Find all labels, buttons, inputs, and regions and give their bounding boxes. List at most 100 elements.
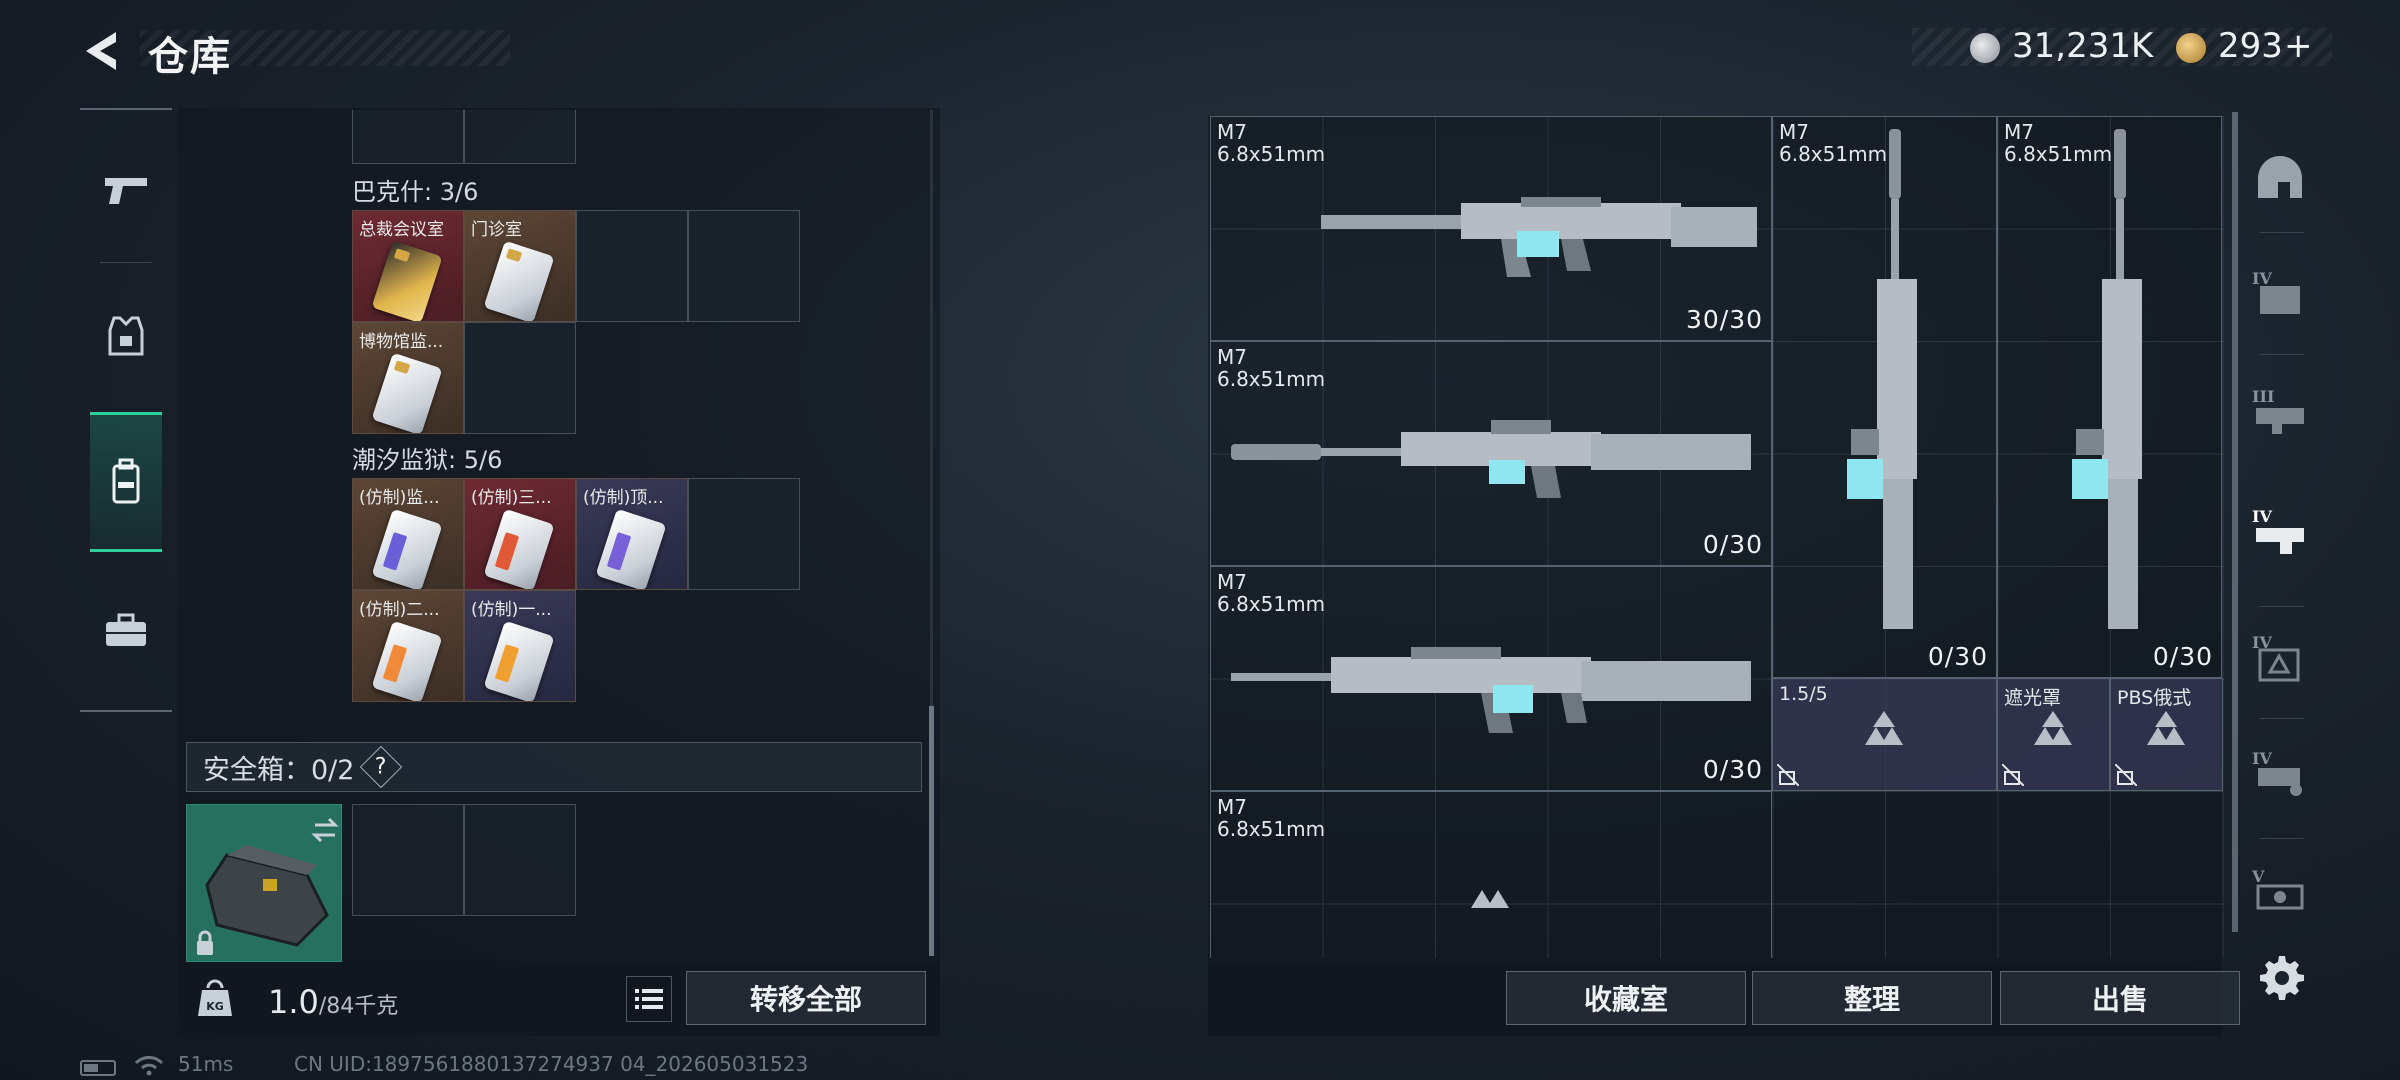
tier-triangle-icon bbox=[2155, 711, 2177, 727]
attachment-item[interactable]: 1.5/5 bbox=[1772, 678, 1997, 791]
weapon-item[interactable]: M7 6.8x51mm 0/30 bbox=[1772, 116, 1997, 678]
tier-triangle-icon bbox=[1873, 711, 1895, 727]
filter-tab[interactable]: IV bbox=[2248, 254, 2312, 334]
filter-tab[interactable]: V bbox=[2248, 852, 2312, 932]
grid-cell[interactable] bbox=[352, 110, 464, 164]
grid-cell[interactable] bbox=[688, 210, 800, 322]
rifle-vertical-icon bbox=[1847, 129, 1917, 629]
unlocked-icon bbox=[2115, 764, 2137, 786]
attachment-item[interactable]: PBS俄式 bbox=[2110, 678, 2223, 791]
unlocked-icon bbox=[2002, 764, 2024, 786]
storage-grid: M7 6.8x51mm 30/30 M7 6.8x51mm 0/30 M7 6.8x5… bbox=[1210, 116, 2224, 958]
weapon-item[interactable]: M7 6.8x51mm 0/30 bbox=[1997, 116, 2222, 678]
ammo-count: 0/30 bbox=[1702, 530, 1763, 559]
filter-tab[interactable]: IV bbox=[2248, 618, 2312, 698]
ping-readout: 51ms bbox=[178, 1052, 234, 1076]
weapon-item[interactable]: M7 6.8x51mm 0/30 bbox=[1210, 566, 1772, 791]
vest-icon bbox=[108, 316, 144, 356]
stock-tier-icon: IV bbox=[2252, 269, 2300, 314]
grid-cell[interactable] bbox=[464, 110, 576, 164]
keycard-icon bbox=[595, 508, 667, 589]
section-label-bakshi: 巴克什: 3/6 bbox=[352, 178, 479, 206]
key-label: (仿制)三... bbox=[471, 488, 552, 508]
rifle-icon bbox=[1231, 420, 1751, 498]
help-icon[interactable]: ? bbox=[360, 745, 403, 789]
settings-button[interactable] bbox=[2258, 954, 2306, 1002]
back-button[interactable] bbox=[78, 28, 124, 74]
weapon-label: M7 6.8x51mm bbox=[1217, 570, 1326, 616]
key-card[interactable]: 门诊室 bbox=[464, 210, 576, 322]
pistol-icon bbox=[105, 178, 147, 204]
safebox-header: 安全箱：0/2 ? bbox=[186, 742, 922, 792]
section-label-tide-prison: 潮汐监狱: 5/6 bbox=[352, 446, 503, 474]
scope-tier-icon: V bbox=[2252, 867, 2304, 910]
key-card[interactable]: (仿制)顶... bbox=[576, 478, 688, 590]
filter-helmet-tab[interactable] bbox=[2248, 138, 2312, 218]
attachment-label: 1.5/5 bbox=[1779, 683, 1828, 705]
grid-cell[interactable] bbox=[688, 478, 800, 590]
backpack-scrollbar-thumb[interactable] bbox=[929, 706, 934, 956]
key-card[interactable]: (仿制)二... bbox=[352, 590, 464, 702]
tier-triangle-icon bbox=[1881, 727, 1903, 745]
list-view-button[interactable] bbox=[626, 976, 672, 1022]
attachment-item[interactable]: 遮光罩 bbox=[1997, 678, 2110, 791]
armor-plate-tier-icon: IV bbox=[2252, 633, 2300, 682]
briefcase-icon bbox=[106, 613, 146, 646]
key-label: 门诊室 bbox=[471, 220, 522, 240]
key-card[interactable]: (仿制)一... bbox=[464, 590, 576, 702]
sell-button[interactable]: 出售 bbox=[2000, 971, 2240, 1025]
weapon-item[interactable]: M7 6.8x51mm bbox=[1210, 791, 1772, 958]
storage-scrollbar[interactable] bbox=[2232, 112, 2238, 932]
weapon-item[interactable]: M7 6.8x51mm 30/30 bbox=[1210, 116, 1772, 341]
safebox-slot[interactable] bbox=[464, 804, 576, 916]
key-card[interactable]: (仿制)监... bbox=[352, 478, 464, 590]
nav-toolbox-tab[interactable] bbox=[90, 570, 162, 690]
swap-icon bbox=[311, 817, 339, 843]
tier-triangle-icon bbox=[1487, 890, 1509, 908]
keycard-icon bbox=[483, 508, 555, 589]
safebox-case-icon bbox=[197, 817, 339, 955]
helmet-icon bbox=[2258, 156, 2302, 198]
unlocked-icon bbox=[1777, 764, 1799, 786]
filter-divider bbox=[2260, 838, 2304, 839]
filter-divider bbox=[2260, 718, 2304, 719]
weight-readout: 1.0/84千克 bbox=[268, 983, 398, 1021]
grip-tier-icon: IV bbox=[2252, 749, 2302, 796]
filter-tab[interactable]: III bbox=[2248, 372, 2312, 452]
safebox-label: 安全箱：0/2 bbox=[203, 754, 355, 786]
filter-tab[interactable]: IV bbox=[2248, 734, 2312, 814]
transfer-all-button[interactable]: 转移全部 bbox=[686, 971, 926, 1025]
weapon-item[interactable]: M7 6.8x51mm 0/30 bbox=[1210, 341, 1772, 566]
grid-cell[interactable] bbox=[576, 210, 688, 322]
add-currency-button[interactable]: + bbox=[2284, 26, 2313, 66]
nav-armor-tab[interactable] bbox=[90, 276, 162, 396]
svg-text:V: V bbox=[2252, 867, 2265, 886]
silver-coin-icon bbox=[1970, 33, 2000, 63]
key-card[interactable]: (仿制)三... bbox=[464, 478, 576, 590]
key-label: (仿制)二... bbox=[359, 600, 440, 620]
key-card[interactable]: 博物馆监... bbox=[352, 322, 464, 434]
gold-currency-value: 293 bbox=[2218, 26, 2283, 66]
attachment-label: PBS俄式 bbox=[2117, 687, 2192, 709]
rifle-icon bbox=[1231, 647, 1751, 733]
filter-tab-active[interactable]: IV bbox=[2248, 492, 2312, 572]
svg-text:KG: KG bbox=[206, 1000, 224, 1013]
keycard-icon bbox=[371, 508, 443, 589]
lock-icon bbox=[197, 930, 213, 955]
svg-text:IV: IV bbox=[2252, 749, 2272, 768]
filter-divider bbox=[2260, 232, 2304, 233]
grid-cell[interactable] bbox=[464, 322, 576, 434]
sort-button[interactable]: 整理 bbox=[1752, 971, 1992, 1025]
weapon-label: M7 6.8x51mm bbox=[1217, 345, 1326, 391]
nav-weapon-tab[interactable] bbox=[90, 130, 162, 250]
key-card[interactable]: 总裁会议室 bbox=[352, 210, 464, 322]
weapon-label: M7 6.8x51mm bbox=[1217, 795, 1326, 841]
key-label: 总裁会议室 bbox=[359, 220, 444, 240]
safebox-item[interactable] bbox=[186, 804, 342, 962]
nav-backpack-tab[interactable] bbox=[90, 412, 162, 552]
chevron-left-icon bbox=[86, 32, 116, 70]
rifle-vertical-icon bbox=[2072, 129, 2142, 629]
collection-room-button[interactable]: 收藏室 bbox=[1506, 971, 1746, 1025]
filter-divider bbox=[2260, 606, 2304, 607]
safebox-slot[interactable] bbox=[352, 804, 464, 916]
